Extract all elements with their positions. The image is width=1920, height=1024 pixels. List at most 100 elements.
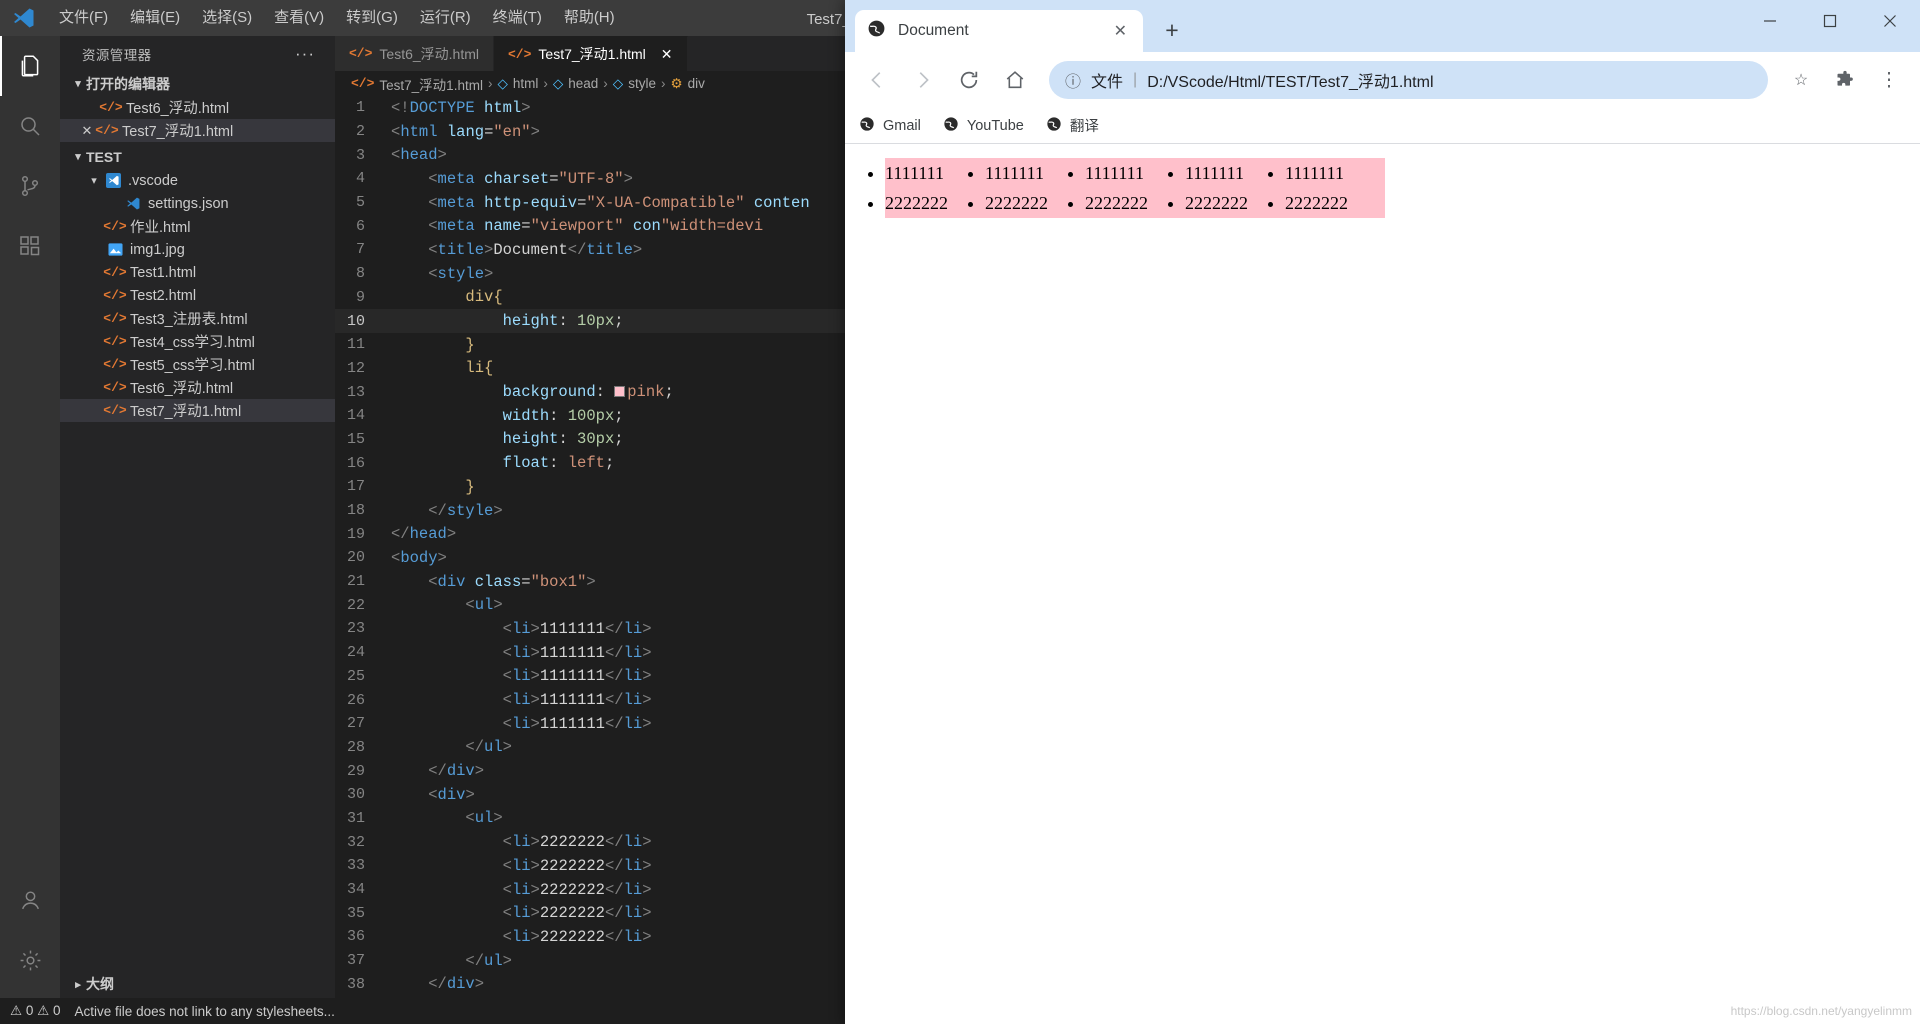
code-text: </div>: [391, 762, 484, 780]
line-number: 3: [355, 146, 365, 164]
vscode-menubar[interactable]: 文件(F) 编辑(E) 选择(S) 查看(V) 转到(G) 运行(R) 终端(T…: [48, 0, 626, 36]
close-button[interactable]: [1860, 0, 1920, 42]
window-controls[interactable]: [1740, 0, 1920, 42]
site-info-icon[interactable]: ⓘ: [1065, 68, 1081, 92]
workspace-section-header[interactable]: ▾ TEST: [60, 144, 335, 169]
open-editor-test7[interactable]: ✕ </> Test7_浮动1.html: [60, 119, 335, 142]
new-tab-button[interactable]: +: [1155, 13, 1189, 47]
breadcrumb-file[interactable]: </> Test7_浮动1.html: [351, 74, 483, 94]
tree-item-vscode-folder[interactable]: ▾ .vscode: [60, 169, 335, 192]
code-token: <: [428, 240, 438, 259]
close-icon[interactable]: ✕: [661, 46, 673, 63]
code-token: >: [474, 762, 485, 781]
tree-item-zuoye-html[interactable]: </> 作业.html: [60, 215, 335, 238]
bookmark-star-icon[interactable]: ☆: [1782, 61, 1820, 99]
menu-terminal[interactable]: 终端(T): [482, 0, 553, 36]
address-bar[interactable]: ⓘ 文件 | D:/VScode/Html/TEST/Test7_浮动1.htm…: [1049, 61, 1768, 99]
settings-gear-icon[interactable]: [0, 930, 60, 990]
code-token: >: [465, 785, 475, 804]
explorer-icon[interactable]: [0, 36, 60, 96]
extensions-puzzle-icon[interactable]: [1826, 61, 1864, 99]
browser-tab[interactable]: Document ✕: [855, 10, 1143, 52]
breadcrumb-style[interactable]: ◇ style: [613, 76, 656, 92]
code-token: li: [623, 714, 643, 733]
code-token: li: [623, 856, 643, 875]
outline-section-header[interactable]: ▸ 大纲: [60, 970, 335, 998]
open-editor-test6[interactable]: </> Test6_浮动.html: [60, 96, 335, 119]
tree-item-test6-html[interactable]: </> Test6_浮动.html: [60, 376, 335, 399]
search-icon[interactable]: [0, 96, 60, 156]
html-file-icon: </>: [99, 100, 123, 115]
tree-item-test1-html[interactable]: </> Test1.html: [60, 261, 335, 284]
close-icon[interactable]: ✕: [78, 123, 96, 139]
code-token: 2222222: [539, 856, 605, 875]
bookmark-gmail[interactable]: Gmail: [859, 116, 921, 136]
code-token: lang: [446, 122, 485, 141]
code-token: "viewport": [530, 217, 624, 236]
back-button[interactable]: [857, 60, 897, 100]
editor-tab-test7[interactable]: </> Test7_浮动1.html ✕: [494, 36, 688, 71]
code-token: height: [502, 430, 559, 449]
line-number: 32: [346, 833, 365, 851]
breadcrumb-html[interactable]: ◇ html: [497, 76, 538, 92]
source-control-icon[interactable]: [0, 156, 60, 216]
tree-item-test5-html[interactable]: </> Test5_css学习.html: [60, 353, 335, 376]
tree-item-settings-json[interactable]: settings.json: [60, 192, 335, 215]
code-text: <li>2222222</li>: [391, 881, 652, 899]
code-text: </ul>: [391, 738, 512, 756]
code-token: body: [400, 548, 438, 567]
minimize-button[interactable]: [1740, 0, 1800, 42]
account-icon[interactable]: [0, 870, 60, 930]
home-button[interactable]: [995, 60, 1035, 100]
menu-run[interactable]: 运行(R): [409, 0, 482, 36]
breadcrumb-head[interactable]: ◇ head: [553, 76, 598, 92]
code-token: ul: [484, 951, 503, 970]
code-token: >: [493, 809, 503, 828]
breadcrumb-div[interactable]: ⚙ div: [670, 76, 704, 92]
bookmark-youtube[interactable]: YouTube: [943, 116, 1024, 136]
line-number: 17: [346, 478, 365, 496]
line-number: 8: [355, 265, 365, 283]
line-number: 25: [346, 667, 365, 685]
tree-item-test4-html[interactable]: </> Test4_css学习.html: [60, 330, 335, 353]
tree-item-test7-html[interactable]: </> Test7_浮动1.html: [60, 399, 335, 422]
open-editors-section-header[interactable]: ▾ 打开的编辑器: [60, 71, 335, 96]
tree-item-img1-jpg[interactable]: img1.jpg: [60, 238, 335, 261]
code-token: <: [502, 714, 512, 733]
chevron-down-icon: ▾: [75, 78, 81, 90]
open-editors-label: 打开的编辑器: [86, 75, 170, 92]
menu-file[interactable]: 文件(F): [48, 0, 119, 36]
outline-label: 大纲: [86, 976, 114, 992]
tree-item-test3-html[interactable]: </> Test3_注册表.html: [60, 307, 335, 330]
code-token: li: [511, 714, 531, 733]
extensions-icon[interactable]: [0, 216, 60, 276]
menu-help[interactable]: 帮助(H): [553, 0, 626, 36]
activity-bar[interactable]: [0, 36, 60, 998]
status-problems[interactable]: ⚠ 0 ⚠ 0: [10, 1003, 61, 1019]
menu-selection[interactable]: 选择(S): [191, 0, 263, 36]
code-token: <: [502, 833, 512, 852]
editor-tab-test6[interactable]: </> Test6_浮动.html: [335, 36, 494, 71]
code-token: DOCTYPE: [409, 98, 475, 117]
maximize-button[interactable]: [1800, 0, 1860, 42]
tree-item-test2-html[interactable]: </> Test2.html: [60, 284, 335, 307]
explorer-more-actions-button[interactable]: ···: [295, 44, 315, 64]
menu-view[interactable]: 查看(V): [263, 0, 335, 36]
code-text: <li>1111111</li>: [391, 715, 652, 733]
code-token: <: [502, 856, 512, 875]
bookmark-translate[interactable]: 翻译: [1046, 115, 1099, 136]
reload-button[interactable]: [949, 60, 989, 100]
forward-button[interactable]: [903, 60, 943, 100]
menu-go[interactable]: 转到(G): [335, 0, 409, 36]
close-icon[interactable]: ✕: [1110, 21, 1131, 41]
code-token: left: [567, 454, 605, 473]
menu-edit[interactable]: 编辑(E): [119, 0, 191, 36]
explorer-title: 资源管理器: [82, 47, 152, 63]
chrome-menu-icon[interactable]: ⋮: [1870, 61, 1908, 99]
